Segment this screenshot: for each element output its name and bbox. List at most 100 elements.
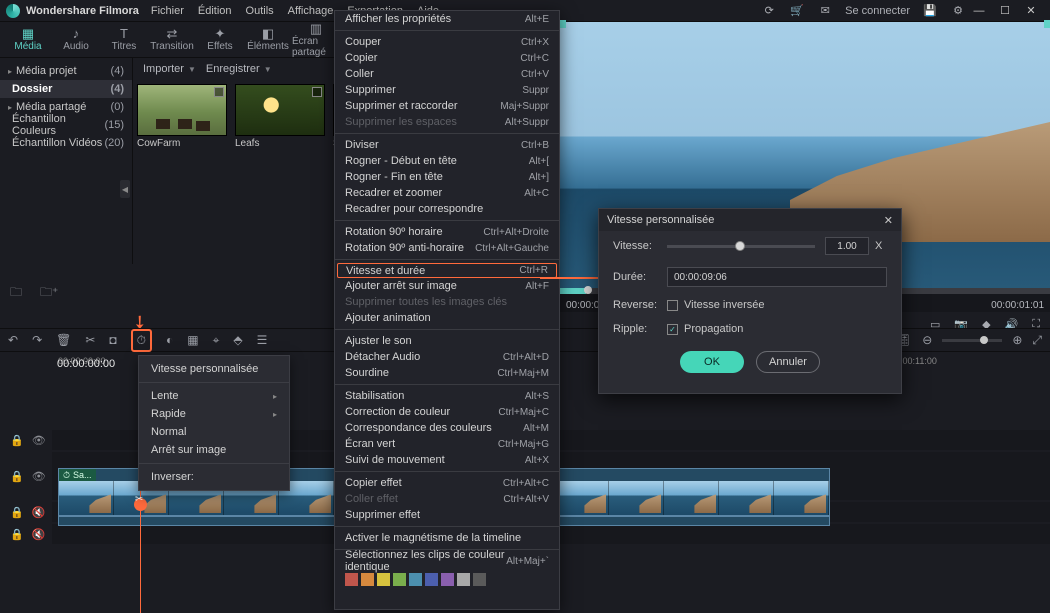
- track-lock-icon[interactable]: 🔒: [10, 434, 24, 447]
- speed-reverse-item[interactable]: Inverser:: [139, 468, 289, 486]
- tab-éléments[interactable]: ◧Éléments: [244, 27, 292, 52]
- adjust-icon[interactable]: ☰: [257, 333, 268, 347]
- zoom-slider[interactable]: [942, 339, 1002, 342]
- zoom-in-icon[interactable]: ⊕: [1012, 333, 1022, 347]
- ctx-item[interactable]: CopierCtrl+C: [335, 50, 559, 66]
- color-swatch[interactable]: [425, 573, 438, 586]
- ctx-item[interactable]: Correction de couleurCtrl+Maj+C: [335, 404, 559, 420]
- ctx-item[interactable]: CollerCtrl+V: [335, 66, 559, 82]
- tree-row[interactable]: ▸Média projet(4): [0, 62, 132, 80]
- ctx-item[interactable]: Ajouter animation: [335, 310, 559, 326]
- color-swatch[interactable]: [473, 573, 486, 586]
- split-icon[interactable]: ✂: [85, 333, 95, 347]
- speed-value[interactable]: 1.00: [825, 237, 869, 255]
- ok-button[interactable]: OK: [680, 351, 744, 373]
- track-motion-icon[interactable]: ⌖: [213, 333, 220, 348]
- ctx-item[interactable]: Correspondance des couleursAlt+M: [335, 420, 559, 436]
- ctx-item[interactable]: Sélectionnez les clips de couleur identi…: [335, 553, 559, 569]
- menu-fichier[interactable]: Fichier: [151, 5, 184, 17]
- speed-item[interactable]: Rapide▸: [139, 405, 289, 423]
- maximize-button[interactable]: ☐: [992, 0, 1018, 22]
- dialog-close-icon[interactable]: ✕: [884, 214, 893, 227]
- media-clip[interactable]: Leafs: [235, 84, 325, 149]
- collapse-tree-icon[interactable]: ◀: [120, 180, 130, 198]
- ctx-item[interactable]: Recadrer pour correspondre: [335, 201, 559, 217]
- tab-écran partagé[interactable]: ▥Écran partagé: [292, 22, 340, 58]
- ctx-item[interactable]: SourdineCtrl+Maj+M: [335, 365, 559, 381]
- ctx-item[interactable]: Rotation 90º horaireCtrl+Alt+Droite: [335, 224, 559, 240]
- ctx-item[interactable]: Rotation 90º anti-horaireCtrl+Alt+Gauche: [335, 240, 559, 256]
- menu-édition[interactable]: Édition: [198, 5, 232, 17]
- ctx-item[interactable]: Ajuster le son: [335, 333, 559, 349]
- speed-item[interactable]: Arrêt sur image: [139, 441, 289, 459]
- ctx-item[interactable]: DiviserCtrl+B: [335, 137, 559, 153]
- tree-row[interactable]: Échantillon Couleurs(15): [0, 116, 132, 134]
- account-label[interactable]: Se connecter: [845, 3, 910, 19]
- greenscreen-icon[interactable]: ▦: [187, 333, 198, 347]
- color-swatch[interactable]: [409, 573, 422, 586]
- track-lock-icon[interactable]: 🔒: [10, 506, 24, 519]
- tree-row[interactable]: Dossier(4): [0, 80, 132, 98]
- tab-audio[interactable]: ♪Audio: [52, 27, 100, 52]
- color-swatch[interactable]: [345, 573, 358, 586]
- undo-icon[interactable]: ↶: [8, 333, 18, 347]
- tab-média[interactable]: ▦Média: [4, 27, 52, 52]
- color-swatch[interactable]: [361, 573, 374, 586]
- speed-slider[interactable]: [667, 245, 815, 248]
- reverse-checkbox[interactable]: [667, 300, 678, 311]
- cart-icon[interactable]: 🛒: [789, 3, 805, 19]
- zoom-out-icon[interactable]: ⊖: [922, 333, 932, 347]
- track-lock-icon[interactable]: 🔒: [10, 470, 24, 483]
- ctx-item[interactable]: Copier effetCtrl+Alt+C: [335, 475, 559, 491]
- ctx-item[interactable]: Écran vertCtrl+Maj+G: [335, 436, 559, 452]
- ctx-item[interactable]: Détacher AudioCtrl+Alt+D: [335, 349, 559, 365]
- import-button[interactable]: Importer▼: [143, 63, 196, 75]
- duration-field[interactable]: 00:00:09:06: [667, 267, 887, 287]
- ctx-item[interactable]: Recadrer et zoomerAlt+C: [335, 185, 559, 201]
- tree-row[interactable]: Échantillon Vidéos(20): [0, 134, 132, 152]
- ctx-item[interactable]: Vitesse et duréeCtrl+R: [337, 263, 557, 278]
- media-clip[interactable]: CowFarm: [137, 84, 227, 149]
- ctx-item[interactable]: Suivi de mouvementAlt+X: [335, 452, 559, 468]
- speed-submenu-title[interactable]: Vitesse personnalisée: [139, 360, 289, 378]
- updates-icon[interactable]: ⟳: [761, 3, 777, 19]
- speed-button[interactable]: ⏱: [131, 329, 152, 352]
- menu-outils[interactable]: Outils: [246, 5, 274, 17]
- tab-titres[interactable]: TTitres: [100, 27, 148, 52]
- tab-transition[interactable]: ⇄Transition: [148, 27, 196, 52]
- track-eye-icon[interactable]: 👁: [32, 434, 46, 447]
- tab-effets[interactable]: ✦Effets: [196, 27, 244, 52]
- ctx-item[interactable]: SupprimerSuppr: [335, 82, 559, 98]
- color-swatch[interactable]: [441, 573, 454, 586]
- cancel-button[interactable]: Annuler: [756, 351, 820, 373]
- ctx-item[interactable]: StabilisationAlt+S: [335, 388, 559, 404]
- ripple-checkbox[interactable]: ✓: [667, 324, 678, 335]
- ctx-item[interactable]: CouperCtrl+X: [335, 34, 559, 50]
- track-eye-icon[interactable]: 👁: [32, 470, 46, 483]
- speed-item[interactable]: Normal: [139, 423, 289, 441]
- delete-icon[interactable]: 🗑: [56, 333, 71, 347]
- zoom-fit-icon[interactable]: ⤢: [1032, 333, 1042, 348]
- ctx-item[interactable]: Activer le magnétisme de la timeline: [335, 530, 559, 546]
- keyframe-icon[interactable]: ⬘: [233, 333, 242, 347]
- color-swatch[interactable]: [377, 573, 390, 586]
- ctx-item[interactable]: Supprimer effet: [335, 507, 559, 523]
- redo-icon[interactable]: ↷: [32, 333, 42, 347]
- settings-icon[interactable]: ⚙: [950, 3, 966, 19]
- close-button[interactable]: ✕: [1018, 0, 1044, 22]
- crop-icon[interactable]: ◘: [109, 333, 116, 347]
- new-folder-icon[interactable]: 🗀: [10, 283, 22, 304]
- ctx-item[interactable]: Supprimer et raccorderMaj+Suppr: [335, 98, 559, 114]
- color-swatch[interactable]: [457, 573, 470, 586]
- color-icon[interactable]: ◐: [166, 333, 173, 347]
- color-swatch[interactable]: [393, 573, 406, 586]
- track-lock-icon[interactable]: 🔒: [10, 528, 24, 541]
- ctx-item[interactable]: Ajouter arrêt sur imageAlt+F: [335, 278, 559, 294]
- speed-item[interactable]: Lente▸: [139, 387, 289, 405]
- new-bin-icon[interactable]: 🗀⁺: [40, 283, 58, 304]
- track-mute-icon[interactable]: 🔇: [32, 506, 46, 519]
- track-mute-icon[interactable]: 🔇: [32, 528, 46, 541]
- ctx-item[interactable]: Rogner - Fin en têteAlt+]: [335, 169, 559, 185]
- menu-affichage[interactable]: Affichage: [288, 5, 334, 17]
- ctx-item[interactable]: Afficher les propriétésAlt+E: [335, 11, 559, 27]
